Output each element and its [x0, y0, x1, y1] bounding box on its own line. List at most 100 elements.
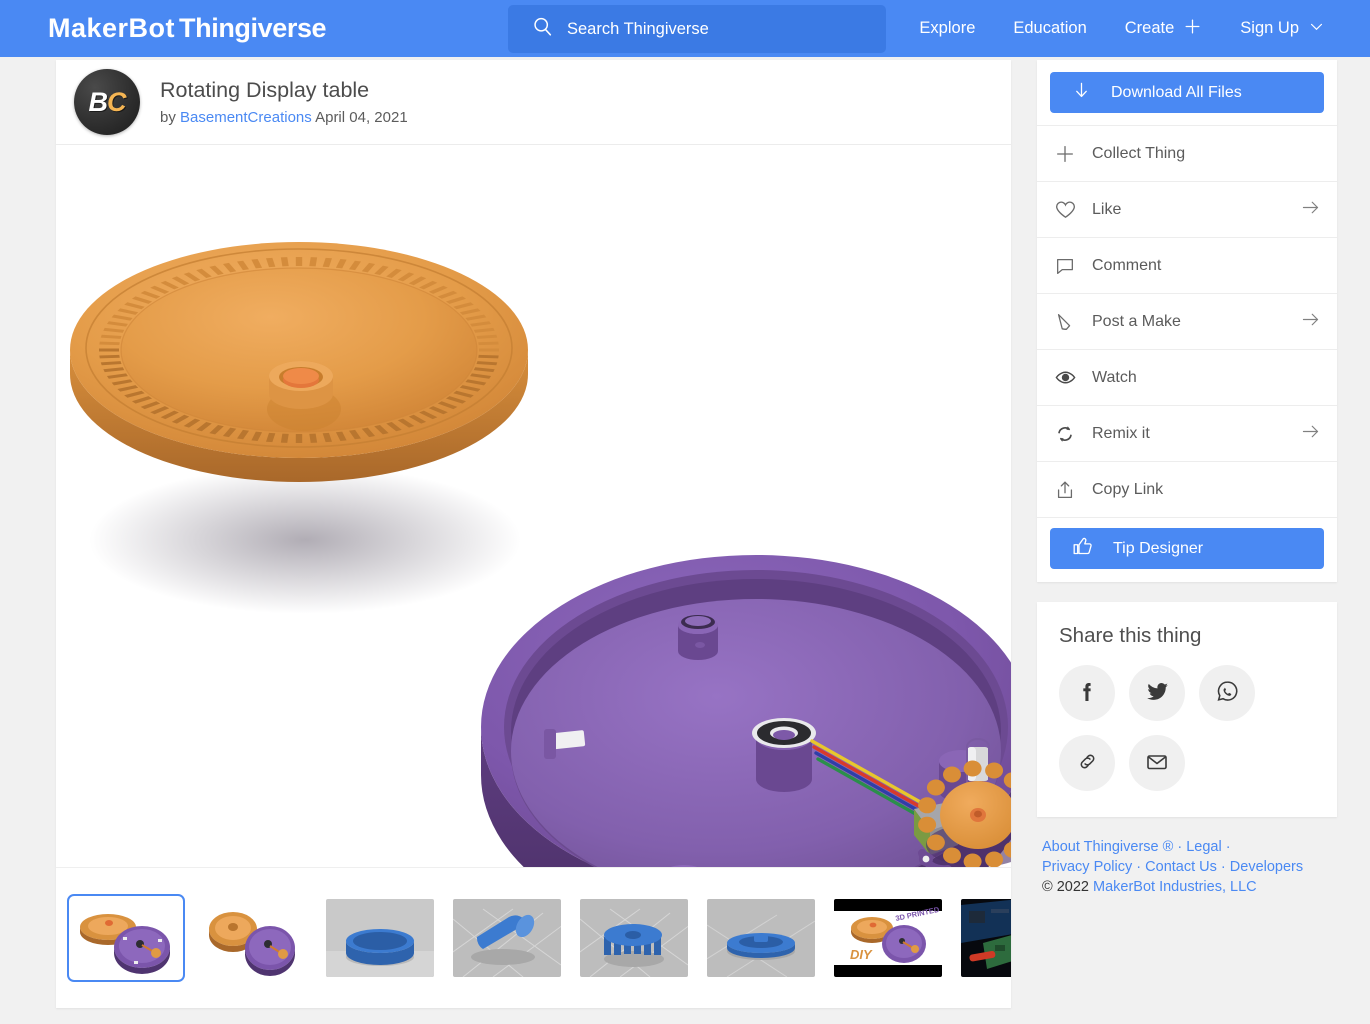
share-upload-icon [1054, 479, 1082, 501]
avatar[interactable]: BC [74, 69, 140, 135]
thumbnail-5[interactable] [707, 899, 815, 977]
thumbnail-7[interactable] [961, 899, 1011, 977]
footer-sep: · [1136, 859, 1141, 875]
comment-action[interactable]: Comment [1037, 237, 1337, 293]
footer-line-1: About Thingiverse ® · Legal · [1042, 837, 1337, 857]
thumbnail-2[interactable] [326, 899, 434, 977]
arrow-right-icon [1300, 421, 1321, 447]
share-email-button[interactable] [1129, 735, 1185, 791]
publish-date: April 04, 2021 [315, 109, 408, 126]
thumb-diy-text: DIY [850, 947, 873, 962]
whatsapp-icon [1215, 679, 1240, 707]
actions-panel: Download All Files Collect Thing Like [1037, 60, 1337, 582]
tip-designer-button[interactable]: Tip Designer [1050, 528, 1324, 569]
thumbnail-3[interactable] [453, 899, 561, 977]
page-title: Rotating Display table [160, 76, 408, 104]
share-buttons [1059, 665, 1309, 791]
nav-sign-up[interactable]: Sign Up [1221, 18, 1344, 40]
nav-education[interactable]: Education [994, 19, 1105, 38]
site-logo[interactable]: MakerBotThingiverse [48, 11, 326, 45]
eye-icon [1054, 366, 1082, 389]
remix-it-label: Remix it [1092, 425, 1300, 443]
page-body: BC Rotating Display table by BasementCre… [0, 57, 1370, 1024]
download-wrapper: Download All Files [1037, 60, 1337, 125]
share-title: Share this thing [1059, 624, 1315, 648]
collect-thing-label: Collect Thing [1092, 145, 1321, 163]
facebook-icon [1075, 680, 1099, 707]
remix-it-action[interactable]: Remix it [1037, 405, 1337, 461]
thing-image-viewer[interactable] [56, 145, 1011, 868]
share-whatsapp-button[interactable] [1199, 665, 1255, 721]
heart-icon [1054, 198, 1082, 221]
nav-explore[interactable]: Explore [900, 19, 994, 38]
brand-thingiverse: Thingiverse [179, 13, 326, 43]
footer-legal-link[interactable]: Legal [1186, 839, 1221, 855]
plus-icon [1054, 143, 1082, 165]
post-a-make-label: Post a Make [1092, 313, 1300, 331]
search-box[interactable] [508, 5, 886, 53]
footer-about-link[interactable]: About Thingiverse ® [1042, 839, 1173, 855]
copyright-icon: © [1042, 879, 1053, 895]
collect-thing-action[interactable]: Collect Thing [1037, 125, 1337, 181]
search-input[interactable] [567, 20, 867, 39]
thumbs-up-icon [1072, 536, 1093, 562]
footer-developers-link[interactable]: Developers [1230, 859, 1303, 875]
watch-action[interactable]: Watch [1037, 349, 1337, 405]
author-link[interactable]: BasementCreations [180, 109, 312, 126]
like-action[interactable]: Like [1037, 181, 1337, 237]
download-arrow-icon [1072, 81, 1091, 105]
share-panel: Share this thing [1037, 602, 1337, 817]
share-twitter-button[interactable] [1129, 665, 1185, 721]
share-facebook-button[interactable] [1059, 665, 1115, 721]
email-icon [1145, 750, 1169, 777]
avatar-initial-b: B [89, 89, 108, 116]
footer-sep: · [1177, 839, 1182, 855]
copy-link-action[interactable]: Copy Link [1037, 461, 1337, 517]
tip-wrapper: Tip Designer [1037, 517, 1337, 582]
tip-designer-label: Tip Designer [1113, 540, 1203, 558]
thumbnail-4[interactable] [580, 899, 688, 977]
top-navigation-bar: MakerBotThingiverse Explore Education Cr… [0, 0, 1370, 57]
footer-privacy-link[interactable]: Privacy Policy [1042, 859, 1132, 875]
pencil-icon [1054, 311, 1082, 333]
site-footer: About Thingiverse ® · Legal · Privacy Po… [1037, 837, 1337, 897]
copyright-year: 2022 [1057, 879, 1089, 895]
thing-header: BC Rotating Display table by BasementCre… [56, 60, 1011, 145]
nav-create[interactable]: Create [1106, 17, 1222, 41]
copy-link-label: Copy Link [1092, 481, 1321, 499]
search-icon [532, 16, 553, 42]
thumbnail-6[interactable]: DIY 3D PRINTED [834, 899, 942, 977]
share-copy-link-button[interactable] [1059, 735, 1115, 791]
by-label: by [160, 109, 176, 126]
nav-education-label: Education [1013, 19, 1086, 38]
nav-sign-up-label: Sign Up [1240, 19, 1299, 38]
footer-line-2: Privacy Policy · Contact Us · Developers [1042, 857, 1337, 877]
thing-sidebar: Download All Files Collect Thing Like [1037, 60, 1337, 897]
primary-nav: Explore Education Create Sign Up [900, 0, 1344, 57]
brand-makerbot: MakerBot [48, 13, 175, 43]
footer-contact-link[interactable]: Contact Us [1145, 859, 1217, 875]
like-label: Like [1092, 201, 1300, 219]
plus-icon [1183, 17, 1202, 41]
avatar-initial-c: C [107, 89, 126, 116]
post-a-make-action[interactable]: Post a Make [1037, 293, 1337, 349]
thing-byline: by BasementCreations April 04, 2021 [160, 108, 408, 128]
nav-explore-label: Explore [919, 19, 975, 38]
chevron-down-icon [1308, 18, 1325, 40]
thumbnail-1[interactable] [199, 899, 307, 977]
thumbnail-strip[interactable]: DIY 3D PRINTED [56, 868, 1011, 1008]
footer-company-link[interactable]: MakerBot Industries, LLC [1093, 879, 1257, 895]
arrow-right-icon [1300, 197, 1321, 223]
footer-copyright: © 2022 MakerBot Industries, LLC [1042, 877, 1337, 897]
thumbnail-0[interactable] [72, 899, 180, 977]
thing-title-block: Rotating Display table by BasementCreati… [160, 76, 408, 128]
footer-sep: · [1226, 839, 1231, 855]
thing-render-image [56, 145, 1011, 868]
footer-sep: · [1221, 859, 1226, 875]
watch-label: Watch [1092, 369, 1321, 387]
download-all-files-button[interactable]: Download All Files [1050, 72, 1324, 113]
twitter-icon [1145, 679, 1170, 707]
nav-create-label: Create [1125, 19, 1175, 38]
arrow-right-icon [1300, 309, 1321, 335]
comment-icon [1054, 255, 1082, 277]
